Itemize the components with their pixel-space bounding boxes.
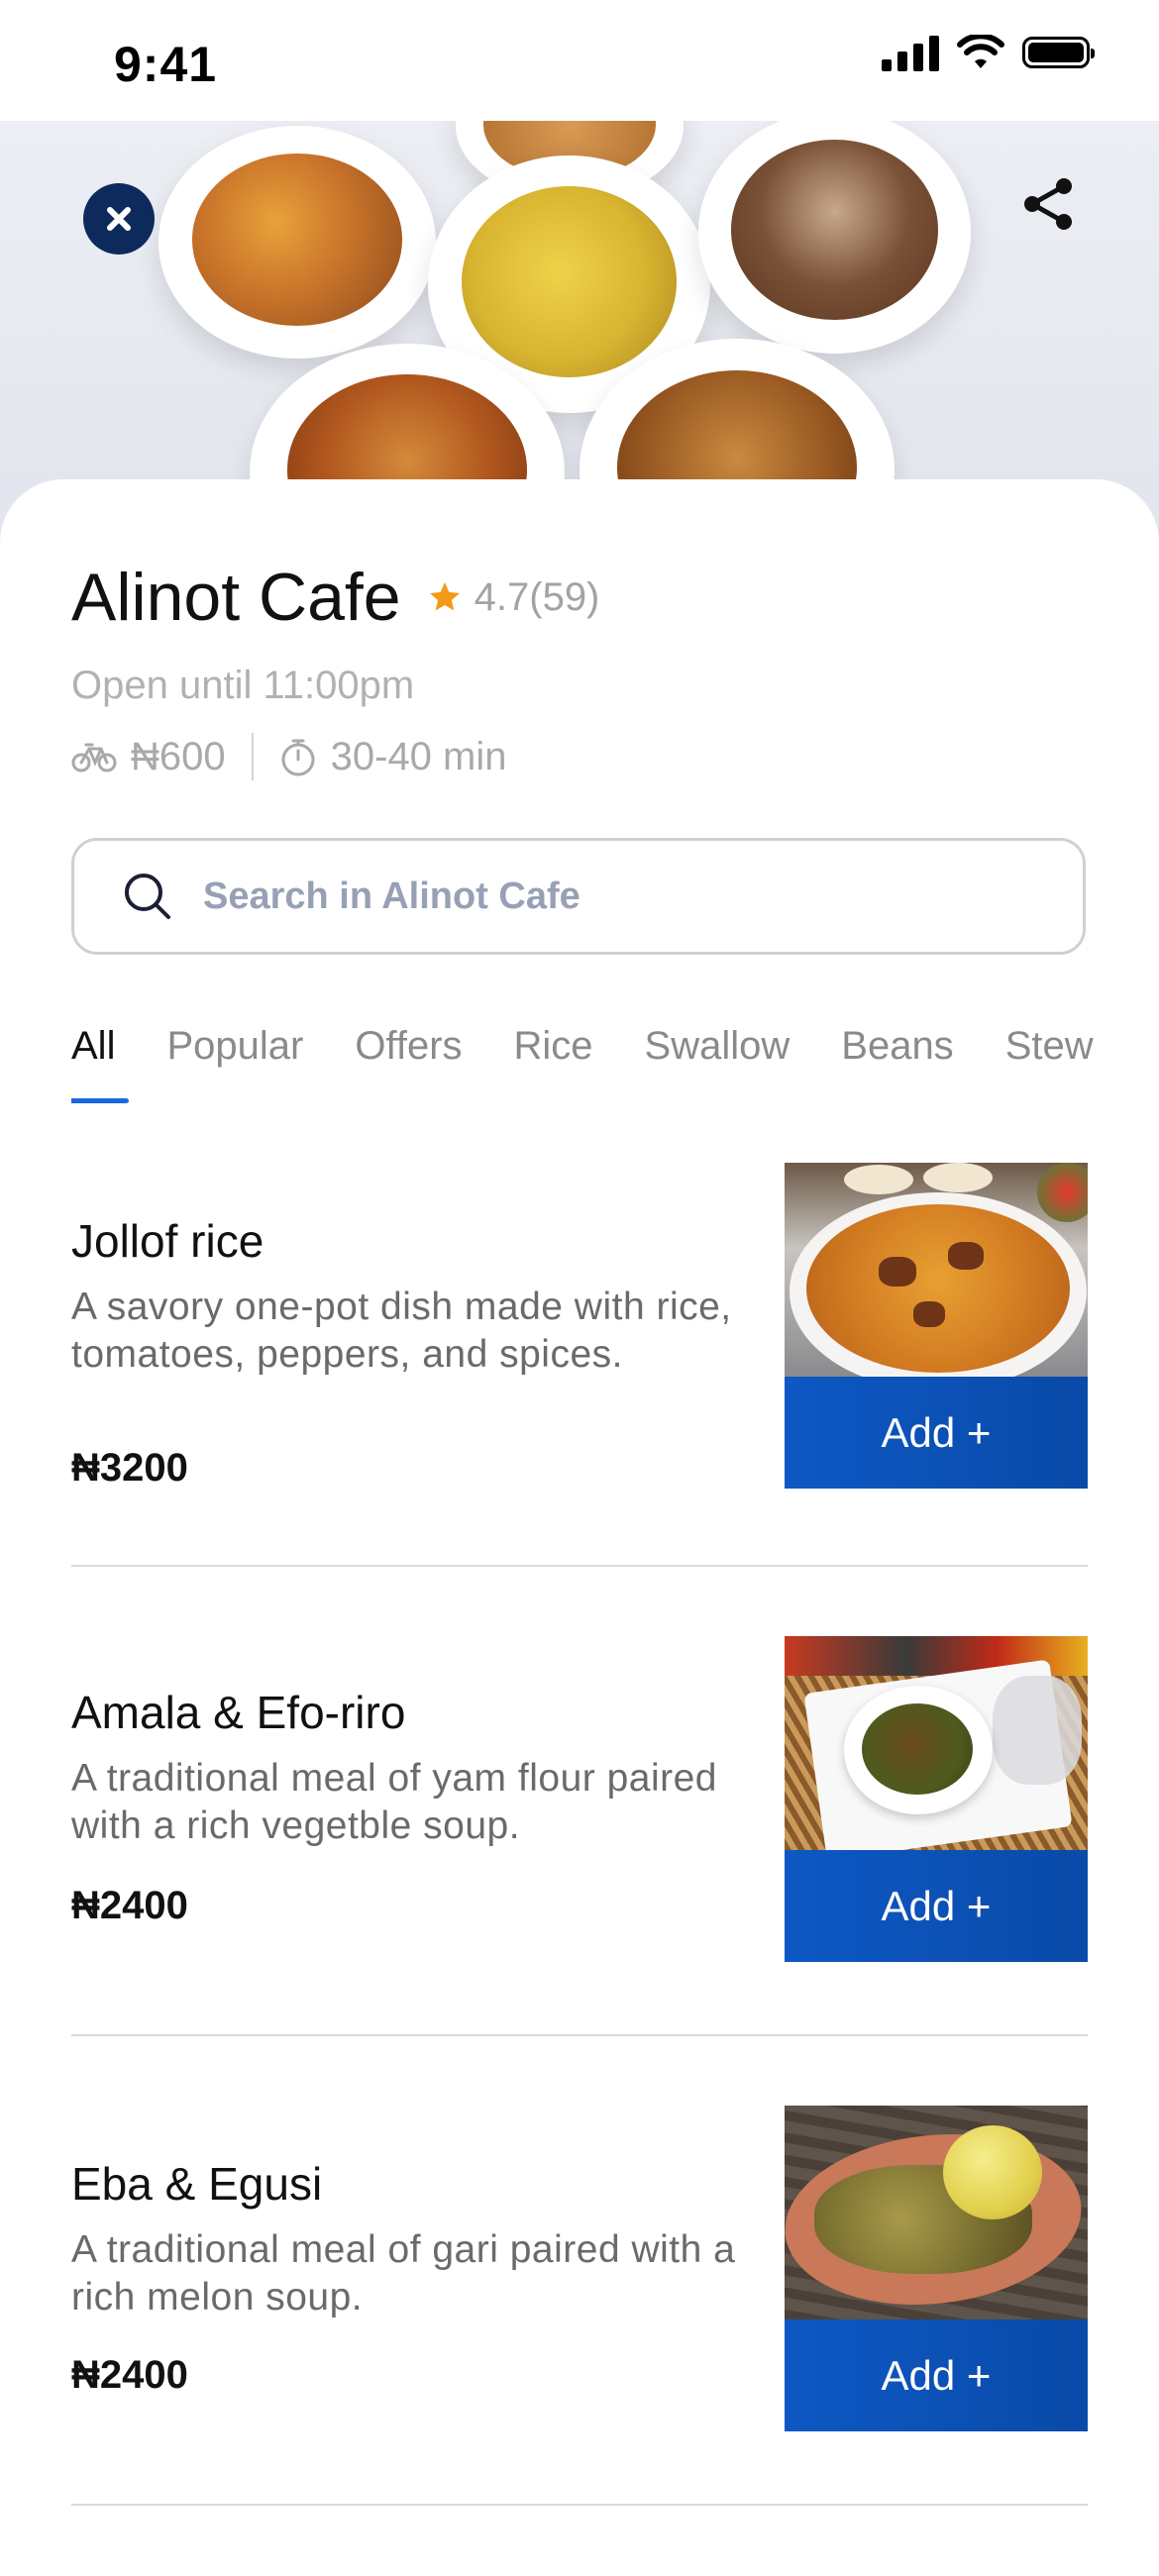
item-price: ₦3200	[71, 1446, 188, 1490]
item-divider	[71, 1565, 1088, 1567]
bowl-cauliflower	[158, 126, 436, 359]
search-input[interactable]	[201, 874, 998, 919]
status-icons	[882, 34, 1095, 71]
cafe-header: Alinot Cafe 4.7(59)	[71, 559, 599, 636]
menu-item-amala-efo-riro[interactable]: Amala & Efo-riro A traditional meal of y…	[71, 1636, 1088, 1963]
item-price: ₦2400	[71, 2353, 188, 2397]
star-icon	[429, 582, 460, 611]
item-description: A traditional meal of yam flour paired w…	[71, 1757, 717, 1847]
close-button[interactable]	[83, 183, 155, 255]
tab-all[interactable]: All	[71, 1024, 131, 1103]
item-name: Eba & Egusi	[71, 2158, 323, 2210]
bowl-lentil	[698, 121, 971, 354]
category-tabs: All Popular Offers Rice Swallow Beans St…	[71, 1024, 1159, 1103]
tab-swallow[interactable]: Swallow	[645, 1024, 790, 1103]
divider	[251, 733, 254, 780]
menu-item-eba-egusi[interactable]: Eba & Egusi A traditional meal of gari p…	[71, 2106, 1088, 2432]
opening-hours: Open until 11:00pm	[71, 664, 415, 707]
restaurant-sheet: Alinot Cafe 4.7(59) Open until 11:00pm ₦…	[0, 479, 1159, 2576]
item-name: Jollof rice	[71, 1215, 264, 1267]
dish-image-jollof	[785, 1163, 1088, 1377]
status-time: 9:41	[114, 37, 218, 92]
item-price: ₦2400	[71, 1884, 188, 1927]
item-description: A savory one-pot dish made with rice, to…	[71, 1286, 732, 1376]
tab-popular[interactable]: Popular	[166, 1024, 303, 1103]
add-button[interactable]: Add +	[785, 2319, 1088, 2431]
add-button[interactable]: Add +	[785, 1850, 1088, 1962]
delivery-info: ₦600 30-40 min	[71, 733, 507, 780]
battery-icon	[1022, 37, 1095, 68]
delivery-time: 30-40 min	[330, 734, 507, 778]
search-icon	[125, 874, 170, 919]
tab-rice[interactable]: Rice	[514, 1024, 593, 1103]
tab-stew[interactable]: Stew	[1005, 1024, 1094, 1103]
bicycle-icon	[71, 743, 117, 773]
dish-image-eba	[785, 2106, 1088, 2319]
item-name: Amala & Efo-riro	[71, 1687, 406, 1738]
tab-offers[interactable]: Offers	[355, 1024, 462, 1103]
wifi-icon	[957, 35, 1004, 68]
delivery-fee: ₦600	[131, 734, 226, 778]
close-icon	[107, 207, 131, 231]
status-bar: 9:41	[0, 0, 1159, 121]
item-divider	[71, 2504, 1088, 2506]
stopwatch-icon	[281, 739, 315, 776]
share-button[interactable]	[1018, 173, 1080, 235]
tab-beans[interactable]: Beans	[841, 1024, 953, 1103]
cafe-rating: 4.7(59)	[474, 574, 600, 619]
share-icon	[1024, 178, 1072, 230]
dish-image-amala	[785, 1636, 1088, 1850]
item-description: A traditional meal of gari paired with a…	[71, 2228, 736, 2318]
search-bar[interactable]	[71, 838, 1086, 955]
cellular-signal-icon	[882, 34, 939, 71]
add-button[interactable]: Add +	[785, 1377, 1088, 1489]
item-divider	[71, 2034, 1088, 2036]
menu-item-jollof-rice[interactable]: Jollof rice A savory one-pot dish made w…	[71, 1163, 1088, 1499]
cafe-name: Alinot Cafe	[71, 560, 401, 635]
